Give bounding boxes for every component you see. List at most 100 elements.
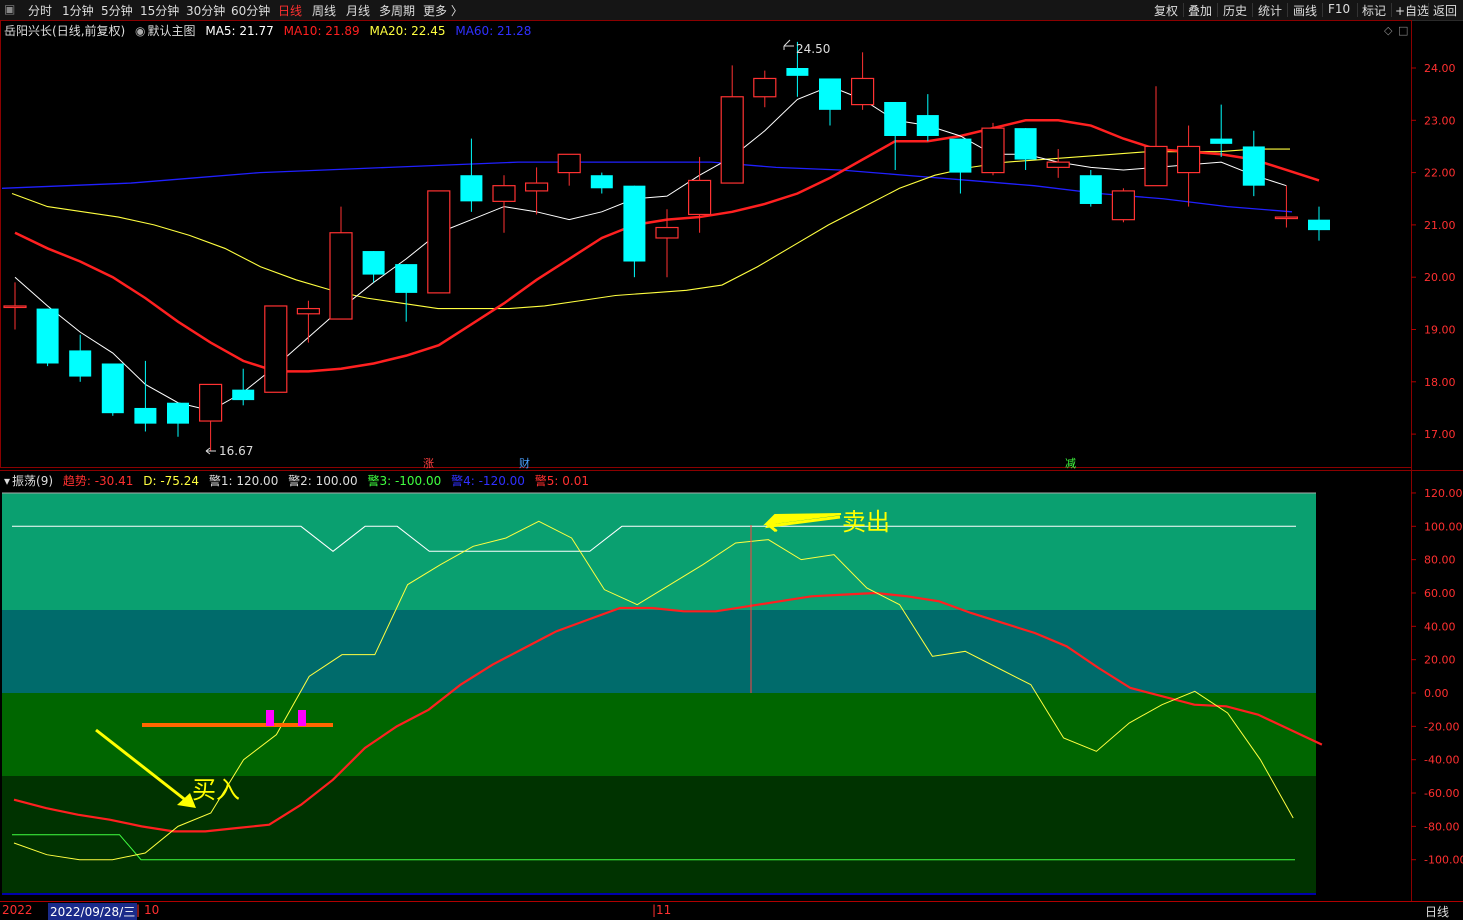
candle-body [1111,190,1136,221]
osc-tick-label: -20.00 [1424,720,1459,733]
price-tick-label: 19.00 [1424,324,1456,337]
price-tick-label: 17.00 [1424,428,1456,441]
divider [1252,3,1253,17]
diamond-icon[interactable]: ◇ [1384,24,1393,37]
osc-tick-label: 60.00 [1424,587,1456,600]
marker-rise[interactable]: 涨 [423,457,434,470]
candle-body [753,77,777,98]
candle-body [1176,145,1201,174]
osc-tick-label: 0.00 [1424,687,1449,700]
osc-tick-label: 40.00 [1424,620,1456,633]
band-top [2,493,1316,610]
candle-body [3,305,27,309]
candle-body [720,96,744,184]
cursor-date: 2022/09/28/三 [48,903,138,920]
band-low [2,693,1316,776]
candle-body [655,226,679,239]
marker-finance[interactable]: 财 [519,456,530,470]
period-toolbar: ▣ 分时 1分钟 5分钟 15分钟 30分钟 60分钟 日线 周线 月线 多周期… [0,0,1463,21]
price-tick-label: 21.00 [1424,219,1456,232]
back-button[interactable]: 返回 [1433,2,1457,19]
year-label: 2022 [2,903,33,917]
candle-body [524,182,549,192]
tab-1min[interactable]: 1分钟 [62,2,94,19]
divider [1428,3,1429,17]
osc-tick-label: 20.00 [1424,654,1456,667]
high-price-label: 24.50 [796,42,830,56]
price-tick-label: 24.00 [1424,62,1456,75]
mark-button[interactable]: 标记 [1362,2,1386,19]
buy-signal-bar [298,710,306,726]
candle-body [1308,219,1330,231]
month-label-11: 11 [656,903,672,917]
tab-5min[interactable]: 5分钟 [101,2,133,19]
history-button[interactable]: 历史 [1223,2,1247,19]
adjust-button[interactable]: 复权 [1154,2,1178,19]
candle-body [460,175,483,202]
candle-body [362,251,385,275]
candle-body [36,308,59,364]
divider [1322,3,1323,17]
kline-chart[interactable]: ◇ □ 24.00 23.00 22.00 21.00 20.00 19.00 18.00 1… [0,20,1463,901]
tab-60min[interactable]: 60分钟 [231,2,270,19]
month-label-10: 10 [144,903,160,917]
candle-body [1210,138,1233,144]
window-menu-icon[interactable]: ▣ [4,2,15,16]
candle-body [981,127,1005,174]
candle-body [101,363,124,414]
buy-signal-bar [266,710,274,726]
tab-weekly[interactable]: 周线 [312,2,336,19]
osc-tick-label: 80.00 [1424,554,1456,567]
stats-button[interactable]: 统计 [1258,2,1282,19]
low-price-label: 16.67 [219,444,253,458]
osc-tick-label: -80.00 [1424,820,1459,833]
ma20-series-line [11,148,1290,310]
candle-body [1014,128,1037,160]
marker-reduce[interactable]: 减 [1065,457,1076,470]
w4-line [2,893,1316,895]
osc-tick-label: -60.00 [1424,787,1459,800]
price-tick-label: 22.00 [1424,167,1456,180]
high-arrow-icon [783,39,794,50]
period-label[interactable]: 日线 [1425,903,1449,920]
candle-body [949,138,972,173]
sell-label: 卖出 [842,508,890,536]
candle-body [492,185,516,202]
tab-daily[interactable]: 日线 [278,2,302,19]
month-tick-10: | [136,903,141,917]
osc-tick-label: 120.00 [1424,487,1463,500]
tab-15min[interactable]: 15分钟 [140,2,179,19]
overlay-button[interactable]: 叠加 [1188,2,1212,19]
tab-multi-period[interactable]: 多周期 [379,2,415,19]
square-icon[interactable]: □ [1398,24,1408,37]
price-tick-label: 23.00 [1424,114,1456,127]
tab-more[interactable]: 更多 〉 [423,2,463,19]
candle-body [557,153,581,174]
date-axis: 2022 2022/09/28/三 | 10 | 11 日线 [0,901,1463,920]
tab-fenshi[interactable]: 分时 [28,2,52,19]
candle-body [819,78,841,110]
candle-body [296,307,320,315]
candle-body [884,101,907,136]
candle-body [1079,175,1102,204]
osc-tick-label: 100.00 [1424,520,1463,533]
divider [1287,3,1288,17]
draw-line-button[interactable]: 画线 [1293,2,1317,19]
tab-30min[interactable]: 30分钟 [186,2,225,19]
candle-body [395,264,418,293]
candle-body [1046,161,1070,168]
divider [1183,3,1184,17]
f10-button[interactable]: F10 [1328,2,1350,16]
add-watchlist-button[interactable]: +自选 [1395,2,1429,19]
candle-body [590,175,613,189]
divider [1391,3,1392,17]
osc-tick-label: -100.00 [1424,854,1463,867]
candle-body [1242,146,1265,186]
candle-body [850,77,875,106]
candle-body [623,185,646,262]
divider [1217,3,1218,17]
price-tick-label: 20.00 [1424,271,1456,284]
candle-body [916,115,939,136]
candle-body [232,389,255,401]
tab-monthly[interactable]: 月线 [346,2,370,19]
